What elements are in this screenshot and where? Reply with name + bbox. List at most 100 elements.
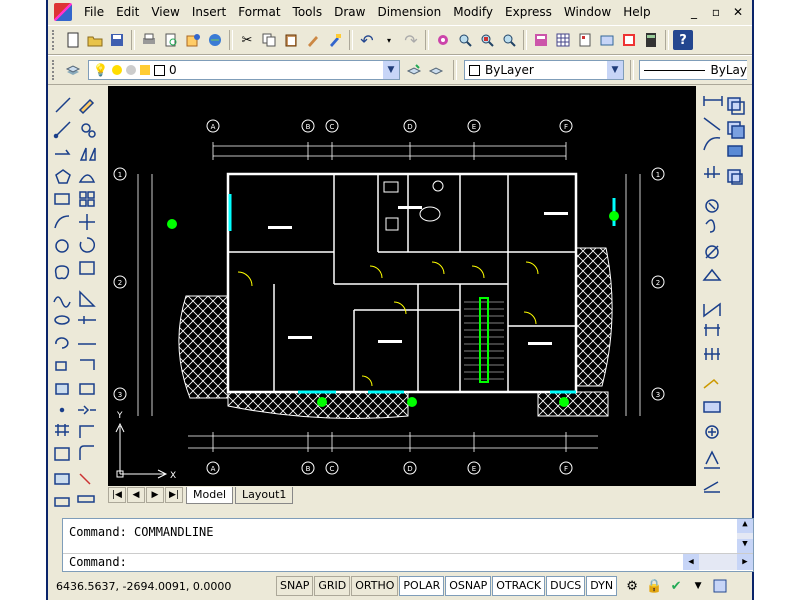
minimize-button[interactable]: _ [686, 4, 702, 20]
room-label-bar [268, 226, 292, 229]
grid-label: B [306, 123, 311, 131]
menu-help[interactable]: Help [617, 0, 656, 24]
design-center-icon[interactable] [553, 30, 573, 50]
print-icon[interactable] [139, 30, 159, 50]
layer-previous-icon[interactable] [426, 60, 446, 80]
pan-icon[interactable] [433, 30, 453, 50]
communication-center-icon[interactable]: ⚙ [622, 576, 642, 596]
next-tab-icon[interactable]: ▶ [146, 487, 164, 503]
prev-tab-icon[interactable]: ◀ [127, 487, 145, 503]
color-swatch [469, 64, 480, 76]
otrack-toggle[interactable]: OTRACK [492, 576, 546, 596]
save-icon[interactable] [107, 30, 127, 50]
ortho-toggle[interactable]: ORTHO [351, 576, 399, 596]
command-scrollbar[interactable]: ▲ ▼ [737, 519, 753, 553]
publish-icon[interactable] [183, 30, 203, 50]
grid-toggle[interactable]: GRID [314, 576, 351, 596]
menu-insert[interactable]: Insert [186, 0, 232, 24]
paste-icon[interactable] [281, 30, 301, 50]
grid-label: A [211, 465, 216, 473]
tab-model[interactable]: Model [186, 486, 234, 504]
properties-icon[interactable] [531, 30, 551, 50]
scroll-down-icon[interactable]: ▼ [737, 539, 753, 553]
undo-icon[interactable]: ↶ [357, 30, 377, 50]
color-value: ByLayer [485, 63, 534, 77]
web-icon[interactable] [205, 30, 225, 50]
print-preview-icon[interactable] [161, 30, 181, 50]
markup-icon[interactable] [619, 30, 639, 50]
menu-view[interactable]: View [145, 0, 185, 24]
last-tab-icon[interactable]: ▶| [165, 487, 183, 503]
toolbar-grip[interactable] [52, 30, 58, 50]
grid-label: D [407, 123, 412, 131]
lightbulb-icon: 💡 [93, 63, 108, 77]
snap-toggle[interactable]: SNAP [276, 576, 314, 596]
zoom-window-icon[interactable] [477, 30, 497, 50]
grid-label: E [472, 123, 476, 131]
help-icon[interactable]: ? [673, 30, 693, 50]
open-file-icon[interactable] [85, 30, 105, 50]
color-combo[interactable]: ByLayer ▼ [464, 60, 624, 80]
scroll-up-icon[interactable]: ▲ [737, 519, 753, 533]
grid-label: F [564, 465, 568, 473]
make-layer-current-icon[interactable] [404, 60, 424, 80]
menu-tools[interactable]: Tools [287, 0, 329, 24]
bathroom-fixture [432, 180, 444, 192]
autocad-logo-icon[interactable] [54, 3, 72, 21]
dyn-toggle[interactable]: DYN [586, 576, 618, 596]
tab-layout1[interactable]: Layout1 [235, 486, 294, 504]
zoom-realtime-icon[interactable] [455, 30, 475, 50]
block-editor-icon[interactable] [325, 30, 345, 50]
tool-palettes-icon[interactable] [575, 30, 595, 50]
grid-label: A [211, 123, 216, 131]
sheet-set-icon[interactable] [597, 30, 617, 50]
scroll-left-icon[interactable]: ◀ [683, 554, 699, 570]
layer-manager-icon[interactable] [63, 60, 83, 80]
menu-draw[interactable]: Draw [328, 0, 371, 24]
scroll-right-icon[interactable]: ▶ [737, 554, 753, 570]
toolbar-icons-svg [53, 97, 96, 507]
layout-tabs: |◀ ◀ ▶ ▶| Model Layout1 [108, 486, 696, 504]
horizontal-scrollbar[interactable]: ◀ ▶ [683, 554, 753, 570]
security-icon[interactable]: ✔ [666, 576, 686, 596]
redo-icon[interactable]: ↷ [401, 30, 421, 50]
lock-icon [139, 65, 150, 75]
menu-modify[interactable]: Modify [447, 0, 499, 24]
undo-dropdown-icon[interactable]: ▾ [379, 30, 399, 50]
layer-combo[interactable]: 💡 0 ▼ [88, 60, 400, 80]
match-properties-icon[interactable] [303, 30, 323, 50]
menu-window[interactable]: Window [558, 0, 617, 24]
linetype-combo[interactable]: ByLay [639, 60, 747, 80]
polar-toggle[interactable]: POLAR [399, 576, 445, 596]
coordinate-readout[interactable]: 6436.5637, -2694.0091, 0.0000 [48, 580, 276, 593]
grid-label: E [472, 465, 476, 473]
command-window[interactable]: Command: COMMANDLINE Command: ▲ ▼ ◀ ▶ [62, 518, 754, 572]
clean-screen-icon[interactable] [710, 576, 730, 596]
command-prompt: Command: [69, 555, 127, 569]
ducs-toggle[interactable]: DUCS [546, 576, 586, 596]
sun-icon [111, 65, 122, 75]
menu-dimension[interactable]: Dimension [371, 0, 447, 24]
toolbar-grip[interactable] [52, 60, 58, 80]
restore-button[interactable]: ▫ [708, 4, 724, 20]
calculator-icon[interactable] [641, 30, 661, 50]
cut-icon[interactable]: ✂ [237, 30, 257, 50]
menu-format[interactable]: Format [232, 0, 286, 24]
menu-express[interactable]: Express [499, 0, 558, 24]
chevron-down-icon[interactable]: ▼ [607, 61, 623, 79]
zoom-previous-icon[interactable] [499, 30, 519, 50]
chevron-down-icon[interactable]: ▼ [383, 61, 399, 79]
lock-icon[interactable]: 🔒 [644, 576, 664, 596]
osnap-toggle[interactable]: OSNAP [445, 576, 492, 596]
new-file-icon[interactable] [63, 30, 83, 50]
copy-icon[interactable] [259, 30, 279, 50]
menu-edit[interactable]: Edit [110, 0, 145, 24]
room-label-bar [378, 340, 402, 343]
grid-label: 1 [118, 171, 122, 179]
close-button[interactable]: ✕ [730, 4, 746, 20]
first-tab-icon[interactable]: |◀ [108, 487, 126, 503]
menu-file[interactable]: File [78, 0, 110, 24]
grid-label: C [330, 465, 335, 473]
status-menu-icon[interactable]: ▼ [688, 576, 708, 596]
drawing-canvas[interactable]: A A B B C C D D E E F F 1 1 2 2 3 3 Y X [108, 86, 696, 488]
